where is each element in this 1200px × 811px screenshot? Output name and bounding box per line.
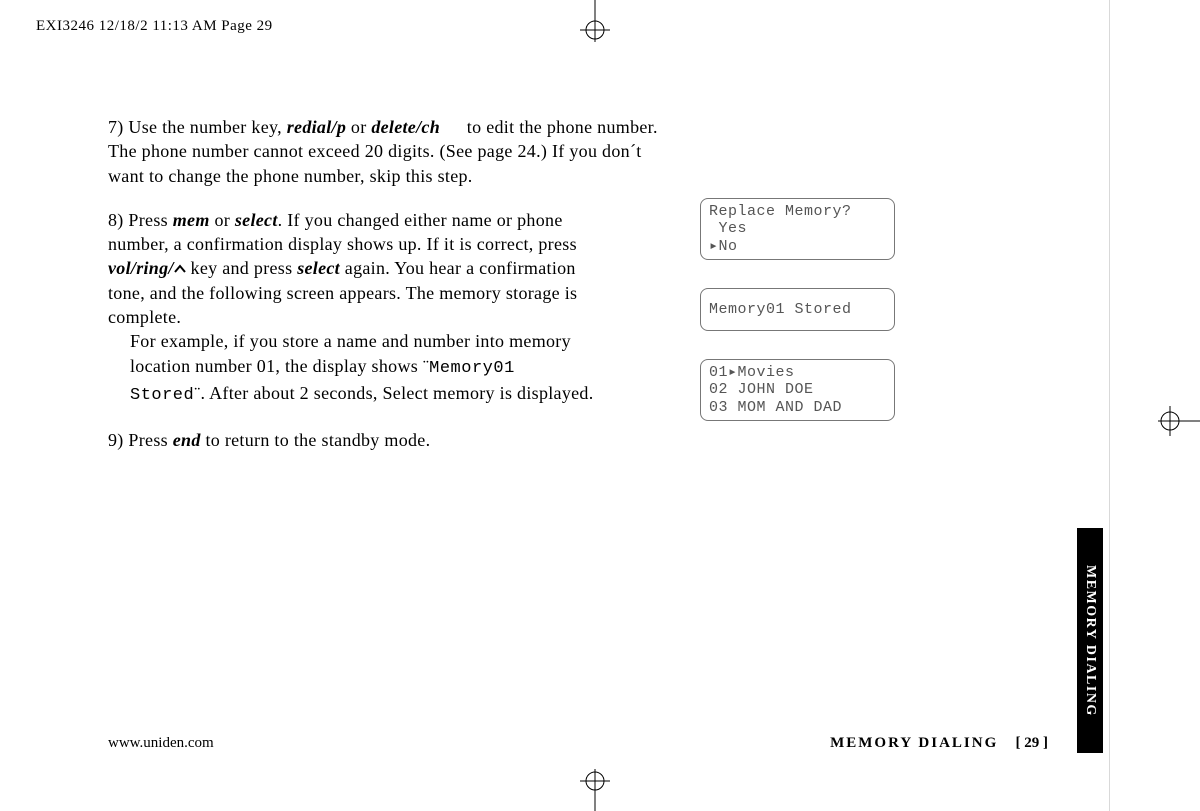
text: or	[346, 117, 371, 137]
crop-mark-top-icon	[570, 0, 620, 45]
section-label: MEMORY DIALING	[830, 735, 998, 751]
footer-url: www.uniden.com	[108, 735, 214, 752]
step-9: 9) Press end to return to the standby mo…	[108, 428, 668, 452]
text: to return to the standby mode.	[201, 430, 431, 450]
key-end: end	[173, 430, 201, 450]
key-delete-ch: delete/ch	[371, 117, 440, 137]
text: For example, if you store a name and num…	[108, 329, 598, 407]
step-8: 8) Press mem or select. If you changed e…	[108, 208, 598, 408]
text: or	[210, 210, 235, 230]
key-vol-ring-up: vol/ring/	[108, 258, 186, 278]
page-edge-rule	[1109, 0, 1110, 811]
key-redial-p: redial/p	[287, 117, 346, 137]
crop-mark-bottom-icon	[570, 766, 620, 811]
page-footer: www.uniden.com MEMORY DIALING [ 29 ]	[108, 735, 1048, 752]
crop-mark-right-icon	[1155, 396, 1200, 446]
key-select: select	[235, 210, 278, 230]
step-number: 9)	[108, 430, 124, 450]
text: ¨. After about 2 seconds, Select memory …	[194, 383, 593, 403]
text: key and press	[186, 258, 297, 278]
key-select: select	[297, 258, 340, 278]
print-header: EXI3246 12/18/2 11:13 AM Page 29	[36, 18, 273, 35]
step-7: 7) Use the number key, redial/p or delet…	[108, 115, 668, 188]
footer-section: MEMORY DIALING [ 29 ]	[830, 735, 1048, 752]
body-text: 7) Use the number key, redial/p or delet…	[108, 115, 668, 472]
text: Use the number key,	[128, 117, 286, 137]
caret-up-icon	[174, 263, 186, 275]
text: Press	[128, 430, 172, 450]
text	[440, 117, 462, 137]
lcd-memory-stored: Memory01 Stored	[700, 288, 895, 331]
lcd-memory-list: 01▸Movies 02 JOHN DOE 03 MOM AND DAD	[700, 359, 895, 421]
step-number: 8)	[108, 210, 124, 230]
key-mem: mem	[173, 210, 210, 230]
lcd-replace-memory: Replace Memory? Yes ▸No	[700, 198, 895, 260]
side-tab-label: MEMORY DIALING	[1082, 565, 1098, 717]
side-tab: MEMORY DIALING	[1077, 528, 1103, 753]
lcd-illustrations: Replace Memory? Yes ▸No Memory01 Stored …	[700, 198, 895, 421]
text: Press	[128, 210, 172, 230]
step-number: 7)	[108, 117, 124, 137]
page-number: [ 29 ]	[1016, 735, 1049, 751]
